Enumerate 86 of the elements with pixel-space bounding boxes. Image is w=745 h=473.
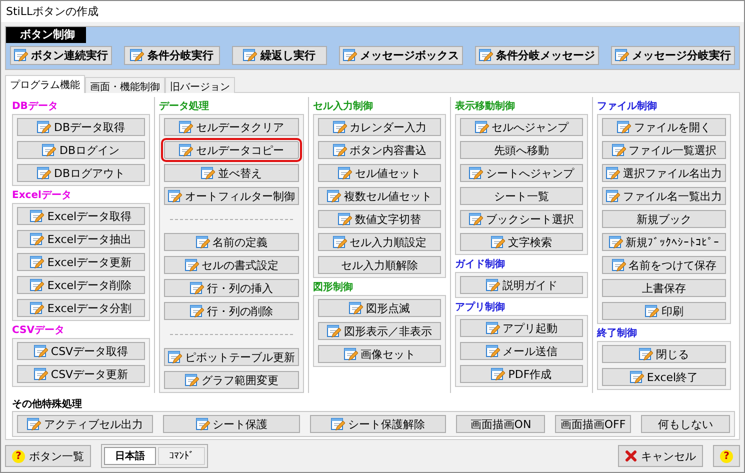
function-button[interactable]: 新規ブック: [602, 210, 726, 228]
function-button[interactable]: Excelデータ分割: [17, 299, 145, 317]
function-button[interactable]: セルデータコピー: [164, 141, 299, 159]
function-button[interactable]: DBデータ取得: [17, 118, 145, 136]
function-button[interactable]: DBログイン: [17, 141, 145, 159]
function-button[interactable]: 名前の定義: [164, 233, 299, 251]
function-button[interactable]: ファイルを開く: [602, 118, 726, 136]
function-button[interactable]: 新規ﾌﾞｯｸﾍｼｰﾄｺﾋﾟｰ: [602, 233, 726, 251]
function-button[interactable]: 印刷: [602, 302, 726, 320]
cancel-button[interactable]: キャンセル: [618, 445, 703, 467]
function-button[interactable]: グラフ範囲変更: [164, 371, 299, 389]
control-button[interactable]: 条件分岐実行: [124, 46, 220, 65]
function-button[interactable]: アクティブセル出力: [17, 415, 154, 433]
function-button[interactable]: アプリ起動: [460, 319, 583, 337]
function-button[interactable]: ファイル名一覧出力: [602, 187, 726, 205]
window-title: StiLLボタンの作成: [6, 4, 99, 19]
function-button[interactable]: セル入力順解除: [318, 256, 441, 274]
function-button[interactable]: 上書保存: [602, 279, 726, 297]
function-button[interactable]: 行・列の削除: [164, 302, 299, 320]
function-button[interactable]: ブックシート選択: [460, 210, 583, 228]
function-button[interactable]: 名前をつけて保存: [602, 256, 726, 274]
function-button[interactable]: DBログアウト: [17, 164, 145, 182]
function-button[interactable]: Excelデータ取得: [17, 207, 145, 225]
function-button[interactable]: 先頭へ移動: [460, 141, 583, 159]
control-button[interactable]: 条件分岐メッセージ: [475, 46, 599, 65]
function-button[interactable]: セルの書式設定: [164, 256, 299, 274]
function-button[interactable]: セル入力順設定: [318, 233, 441, 251]
tab[interactable]: プログラム機能: [5, 75, 85, 93]
button-list-button[interactable]: ? ボタン一覧: [5, 445, 91, 467]
function-button[interactable]: カレンダー入力: [318, 118, 441, 136]
function-button[interactable]: Excelデータ削除: [17, 276, 145, 294]
function-button[interactable]: 何もしない: [640, 415, 730, 433]
help-icon: ?: [12, 450, 25, 462]
group-title: ファイル制御: [597, 100, 657, 114]
function-button[interactable]: 画像セット: [318, 345, 441, 363]
control-button[interactable]: ボタン連続実行: [10, 46, 112, 65]
group-title: CSVデータ: [12, 324, 64, 338]
function-button[interactable]: CSVデータ取得: [17, 342, 145, 360]
group-title: データ処理: [159, 100, 209, 114]
function-button[interactable]: 行・列の挿入: [164, 279, 299, 297]
function-button[interactable]: 選択ファイル名出力: [602, 164, 726, 182]
function-button[interactable]: ファイル一覧選択: [602, 141, 726, 159]
function-button[interactable]: メール送信: [460, 342, 583, 360]
group-title: セル入力制御: [313, 100, 373, 114]
function-button[interactable]: 図形点滅: [318, 299, 441, 317]
function-button[interactable]: 図形表示／非表示: [318, 322, 441, 340]
group-title: 表示移動制御: [455, 100, 515, 114]
control-button[interactable]: 繰返し実行: [232, 46, 327, 65]
function-button[interactable]: ピボットテーブル更新: [164, 348, 299, 366]
tab[interactable]: 旧バージョン: [165, 77, 235, 93]
group-title: ガイド制御: [455, 258, 505, 272]
group-title: アプリ制御: [455, 300, 505, 315]
group-title: 図形制御: [313, 280, 353, 295]
function-button[interactable]: 画面描画OFF: [555, 415, 631, 433]
group-title: DBデータ: [12, 100, 58, 114]
function-button[interactable]: Excelデータ抽出: [17, 230, 145, 248]
function-button[interactable]: 画面描画ON: [456, 415, 546, 433]
function-button[interactable]: セルへジャンプ: [460, 118, 583, 136]
function-button[interactable]: オートフィルター制御: [164, 187, 299, 205]
group-title: その他特殊処理: [12, 398, 82, 411]
function-button[interactable]: CSVデータ更新: [17, 365, 145, 383]
function-button[interactable]: セル値セット: [318, 164, 441, 182]
function-button[interactable]: シート一覧: [460, 187, 583, 205]
function-button[interactable]: 説明ガイド: [460, 276, 583, 294]
function-button[interactable]: PDF作成: [460, 365, 583, 383]
function-button[interactable]: ボタン内容書込: [318, 141, 441, 159]
function-button[interactable]: セルデータクリア: [164, 118, 299, 136]
function-button[interactable]: シートへジャンプ: [460, 164, 583, 182]
function-button[interactable]: シート保護: [163, 415, 300, 433]
function-button[interactable]: 複数セル値セット: [318, 187, 441, 205]
function-button[interactable]: 並べ替え: [164, 164, 299, 182]
help-button[interactable]: ?: [713, 445, 740, 467]
group-title: 終了制御: [597, 326, 637, 341]
panel-title: ボタン制御: [6, 27, 86, 43]
function-button[interactable]: Excelデータ更新: [17, 253, 145, 271]
group-title: Excelデータ: [12, 189, 72, 203]
function-button[interactable]: シート保護解除: [310, 415, 446, 433]
tab[interactable]: 画面・機能制御: [85, 77, 165, 93]
control-button[interactable]: メッセージボックス: [339, 46, 463, 65]
language-option[interactable]: 日本語: [104, 447, 156, 465]
control-button[interactable]: メッセージ分岐実行: [611, 46, 735, 65]
function-button[interactable]: 文字検索: [460, 233, 583, 251]
function-button[interactable]: Excel終了: [602, 368, 726, 386]
function-button[interactable]: 数値文字切替: [318, 210, 441, 228]
language-option[interactable]: ｺﾏﾝﾄﾞ: [158, 447, 205, 465]
function-button[interactable]: 閉じる: [602, 345, 726, 363]
